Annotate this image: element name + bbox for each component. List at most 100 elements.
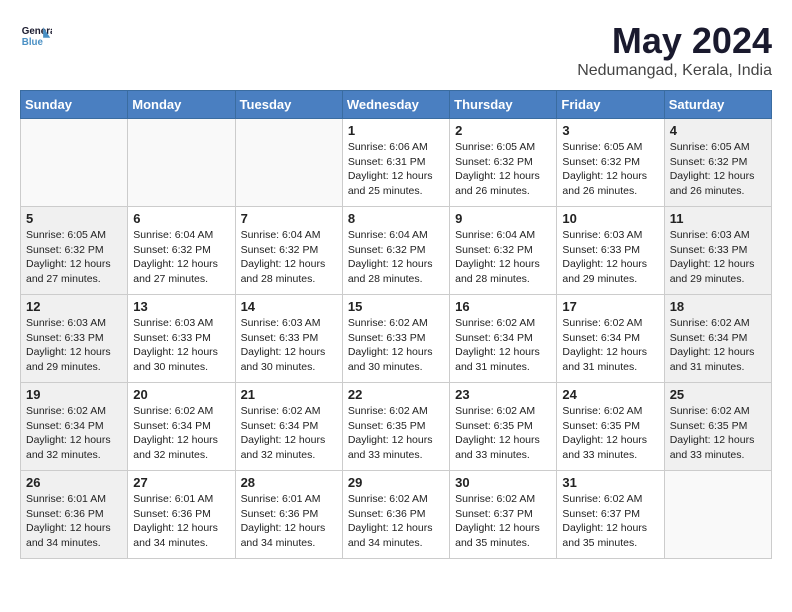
day-number: 19	[26, 387, 122, 402]
day-info: Sunrise: 6:02 AM Sunset: 6:33 PM Dayligh…	[348, 316, 444, 375]
day-info: Sunrise: 6:02 AM Sunset: 6:35 PM Dayligh…	[455, 404, 551, 463]
day-number: 21	[241, 387, 337, 402]
calendar-cell	[235, 119, 342, 207]
day-info: Sunrise: 6:02 AM Sunset: 6:34 PM Dayligh…	[455, 316, 551, 375]
calendar-cell: 9Sunrise: 6:04 AM Sunset: 6:32 PM Daylig…	[450, 207, 557, 295]
logo-icon: General Blue	[20, 20, 52, 52]
svg-text:Blue: Blue	[22, 37, 44, 48]
day-info: Sunrise: 6:02 AM Sunset: 6:34 PM Dayligh…	[562, 316, 658, 375]
day-info: Sunrise: 6:01 AM Sunset: 6:36 PM Dayligh…	[26, 492, 122, 551]
day-number: 12	[26, 299, 122, 314]
calendar-cell: 3 Sunrise: 6:05 AM Sunset: 6:32 PM Daylig…	[557, 119, 664, 207]
day-number: 24	[562, 387, 658, 402]
calendar-cell: 28 Sunrise: 6:01 AM Sunset: 6:36 PM Dayli…	[235, 471, 342, 559]
calendar-cell: 15 Sunrise: 6:02 AM Sunset: 6:33 PM Dayli…	[342, 295, 449, 383]
calendar-table: SundayMondayTuesdayWednesdayThursdayFrid…	[20, 90, 772, 559]
day-info: Sunrise: 6:04 AM Sunset: 6:32 PM Dayligh…	[455, 228, 551, 287]
calendar-cell: 23 Sunrise: 6:02 AM Sunset: 6:35 PM Dayli…	[450, 383, 557, 471]
calendar-cell: 12 Sunrise: 6:03 AM Sunset: 6:33 PM Dayli…	[21, 295, 128, 383]
calendar-cell: 29Sunrise: 6:02 AM Sunset: 6:36 PM Dayli…	[342, 471, 449, 559]
day-info: Sunrise: 6:06 AM Sunset: 6:31 PM Dayligh…	[348, 140, 444, 199]
calendar-week-row: 5 Sunrise: 6:05 AM Sunset: 6:32 PM Daylig…	[21, 207, 772, 295]
day-info: Sunrise: 6:05 AM Sunset: 6:32 PM Dayligh…	[670, 140, 766, 199]
weekday-header-saturday: Saturday	[664, 91, 771, 119]
calendar-cell: 18Sunrise: 6:02 AM Sunset: 6:34 PM Dayli…	[664, 295, 771, 383]
day-number: 13	[133, 299, 229, 314]
calendar-cell: 24 Sunrise: 6:02 AM Sunset: 6:35 PM Dayli…	[557, 383, 664, 471]
day-info: Sunrise: 6:03 AM Sunset: 6:33 PM Dayligh…	[241, 316, 337, 375]
calendar-cell: 2 Sunrise: 6:05 AM Sunset: 6:32 PM Daylig…	[450, 119, 557, 207]
weekday-header-monday: Monday	[128, 91, 235, 119]
day-info: Sunrise: 6:01 AM Sunset: 6:36 PM Dayligh…	[133, 492, 229, 551]
day-info: Sunrise: 6:03 AM Sunset: 6:33 PM Dayligh…	[562, 228, 658, 287]
day-info: Sunrise: 6:02 AM Sunset: 6:34 PM Dayligh…	[670, 316, 766, 375]
day-info: Sunrise: 6:04 AM Sunset: 6:32 PM Dayligh…	[241, 228, 337, 287]
calendar-week-row: 1Sunrise: 6:06 AM Sunset: 6:31 PM Daylig…	[21, 119, 772, 207]
day-number: 7	[241, 211, 337, 226]
calendar-cell: 6Sunrise: 6:04 AM Sunset: 6:32 PM Daylig…	[128, 207, 235, 295]
day-number: 25	[670, 387, 766, 402]
day-number: 30	[455, 475, 551, 490]
calendar-cell: 4 Sunrise: 6:05 AM Sunset: 6:32 PM Daylig…	[664, 119, 771, 207]
calendar-cell: 21 Sunrise: 6:02 AM Sunset: 6:34 PM Dayli…	[235, 383, 342, 471]
weekday-header-thursday: Thursday	[450, 91, 557, 119]
day-number: 11	[670, 211, 766, 226]
calendar-cell: 8 Sunrise: 6:04 AM Sunset: 6:32 PM Daylig…	[342, 207, 449, 295]
day-info: Sunrise: 6:02 AM Sunset: 6:34 PM Dayligh…	[133, 404, 229, 463]
day-number: 3	[562, 123, 658, 138]
day-info: Sunrise: 6:02 AM Sunset: 6:37 PM Dayligh…	[455, 492, 551, 551]
day-info: Sunrise: 6:02 AM Sunset: 6:34 PM Dayligh…	[26, 404, 122, 463]
day-number: 27	[133, 475, 229, 490]
day-number: 17	[562, 299, 658, 314]
calendar-cell: 22 Sunrise: 6:02 AM Sunset: 6:35 PM Dayli…	[342, 383, 449, 471]
day-info: Sunrise: 6:03 AM Sunset: 6:33 PM Dayligh…	[26, 316, 122, 375]
day-number: 16	[455, 299, 551, 314]
day-info: Sunrise: 6:02 AM Sunset: 6:34 PM Dayligh…	[241, 404, 337, 463]
day-info: Sunrise: 6:02 AM Sunset: 6:35 PM Dayligh…	[348, 404, 444, 463]
day-number: 26	[26, 475, 122, 490]
day-info: Sunrise: 6:05 AM Sunset: 6:32 PM Dayligh…	[562, 140, 658, 199]
day-info: Sunrise: 6:03 AM Sunset: 6:33 PM Dayligh…	[670, 228, 766, 287]
calendar-cell: 19 Sunrise: 6:02 AM Sunset: 6:34 PM Dayli…	[21, 383, 128, 471]
calendar-cell: 7 Sunrise: 6:04 AM Sunset: 6:32 PM Daylig…	[235, 207, 342, 295]
page-header: General Blue May 2024 Nedumangad, Kerala…	[20, 20, 772, 80]
day-number: 8	[348, 211, 444, 226]
calendar-cell: 1Sunrise: 6:06 AM Sunset: 6:31 PM Daylig…	[342, 119, 449, 207]
weekday-header-sunday: Sunday	[21, 91, 128, 119]
day-info: Sunrise: 6:02 AM Sunset: 6:35 PM Dayligh…	[562, 404, 658, 463]
calendar-cell: 14 Sunrise: 6:03 AM Sunset: 6:33 PM Dayli…	[235, 295, 342, 383]
day-info: Sunrise: 6:01 AM Sunset: 6:36 PM Dayligh…	[241, 492, 337, 551]
calendar-cell: 10 Sunrise: 6:03 AM Sunset: 6:33 PM Dayli…	[557, 207, 664, 295]
calendar-cell: 27 Sunrise: 6:01 AM Sunset: 6:36 PM Dayli…	[128, 471, 235, 559]
calendar-cell	[21, 119, 128, 207]
day-number: 22	[348, 387, 444, 402]
day-info: Sunrise: 6:05 AM Sunset: 6:32 PM Dayligh…	[26, 228, 122, 287]
day-number: 28	[241, 475, 337, 490]
calendar-cell: 30 Sunrise: 6:02 AM Sunset: 6:37 PM Dayli…	[450, 471, 557, 559]
day-number: 14	[241, 299, 337, 314]
day-number: 29	[348, 475, 444, 490]
calendar-cell: 26 Sunrise: 6:01 AM Sunset: 6:36 PM Dayli…	[21, 471, 128, 559]
weekday-header-wednesday: Wednesday	[342, 91, 449, 119]
weekday-header-friday: Friday	[557, 91, 664, 119]
calendar-week-row: 19 Sunrise: 6:02 AM Sunset: 6:34 PM Dayli…	[21, 383, 772, 471]
day-number: 31	[562, 475, 658, 490]
day-info: Sunrise: 6:02 AM Sunset: 6:37 PM Dayligh…	[562, 492, 658, 551]
calendar-cell: 17 Sunrise: 6:02 AM Sunset: 6:34 PM Dayli…	[557, 295, 664, 383]
calendar-cell: 11 Sunrise: 6:03 AM Sunset: 6:33 PM Dayli…	[664, 207, 771, 295]
day-number: 10	[562, 211, 658, 226]
day-number: 2	[455, 123, 551, 138]
day-number: 5	[26, 211, 122, 226]
day-number: 15	[348, 299, 444, 314]
day-info: Sunrise: 6:05 AM Sunset: 6:32 PM Dayligh…	[455, 140, 551, 199]
weekday-header-tuesday: Tuesday	[235, 91, 342, 119]
calendar-cell: 13Sunrise: 6:03 AM Sunset: 6:33 PM Dayli…	[128, 295, 235, 383]
day-info: Sunrise: 6:04 AM Sunset: 6:32 PM Dayligh…	[348, 228, 444, 287]
calendar-cell: 25Sunrise: 6:02 AM Sunset: 6:35 PM Dayli…	[664, 383, 771, 471]
logo: General Blue	[20, 20, 52, 52]
day-number: 4	[670, 123, 766, 138]
day-info: Sunrise: 6:04 AM Sunset: 6:32 PM Dayligh…	[133, 228, 229, 287]
month-title: May 2024	[577, 20, 772, 62]
calendar-cell	[128, 119, 235, 207]
day-number: 23	[455, 387, 551, 402]
